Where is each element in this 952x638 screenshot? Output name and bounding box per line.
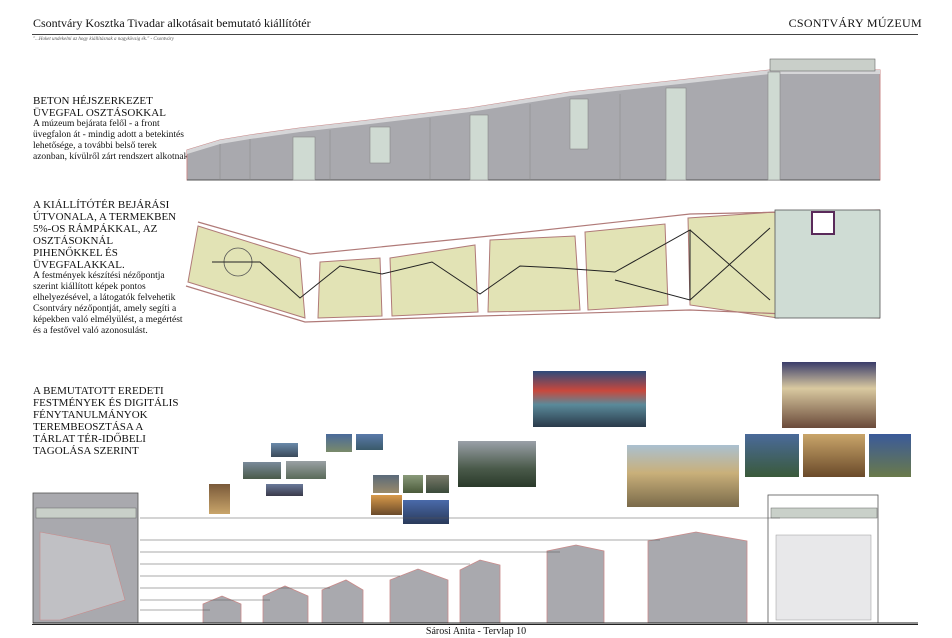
museum-long-section (32, 492, 918, 624)
section-end-tower-right (767, 494, 879, 624)
section-end-tower-left (32, 492, 139, 624)
sheet-footer: Sárosi Anita - Tervlap 10 (425, 626, 527, 637)
section-rooms (202, 531, 748, 624)
footer-rule (32, 624, 918, 625)
